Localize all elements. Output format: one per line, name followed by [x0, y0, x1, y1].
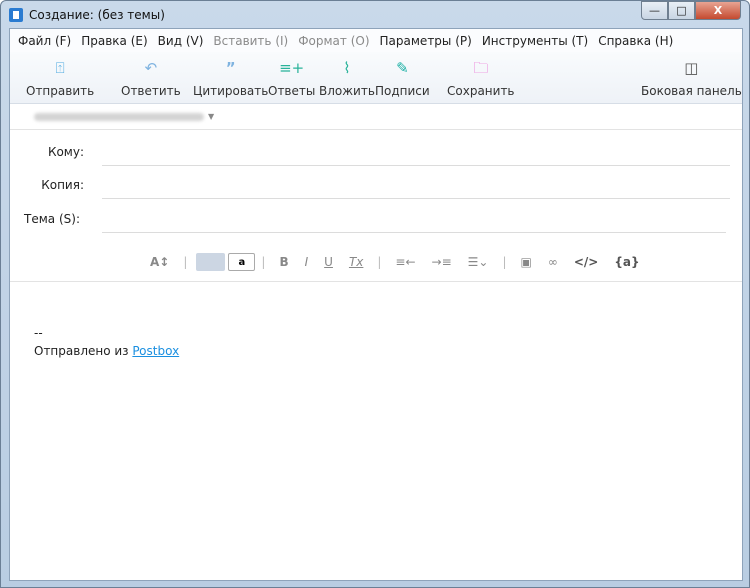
quote-button[interactable]: ” Цитировать: [193, 58, 268, 98]
title-bar: Создание: (без темы): [9, 5, 165, 25]
menu-view[interactable]: Вид (V): [154, 34, 210, 48]
attach-button[interactable]: ⌇ Вложить: [319, 58, 375, 98]
text-color-button[interactable]: a: [228, 253, 256, 271]
window-title: Создание: (без темы): [29, 8, 165, 22]
format-toolbar: A↕ | a | B I U Tx | ≡← →≡ ☰⌄ | ▣ ∞ </> {a}: [142, 251, 648, 273]
signature-icon: ✎: [396, 59, 409, 77]
sidebar-button[interactable]: ◫ Боковая панель: [641, 58, 742, 98]
list-button[interactable]: ☰⌄: [468, 255, 489, 269]
image-icon[interactable]: ▣: [521, 255, 532, 269]
menu-format[interactable]: Формат (O): [294, 34, 375, 48]
subject-label: Тема (S):: [24, 212, 80, 226]
menu-bar: Файл (F) Правка (E) Вид (V) Вставить (I)…: [10, 29, 742, 52]
background-color-button[interactable]: [196, 253, 226, 271]
folder-icon: 🗀: [473, 59, 489, 77]
clear-format-button[interactable]: Tx: [349, 255, 363, 269]
indent-button[interactable]: →≡: [432, 255, 452, 269]
app-icon: [9, 8, 23, 22]
chevron-down-icon: ▼: [208, 112, 215, 121]
signature-line: Отправлено из Postbox: [34, 342, 179, 360]
menu-tools[interactable]: Инструменты (T): [478, 34, 594, 48]
send-icon: ⍐: [55, 59, 65, 77]
toolbar-separator: |: [183, 255, 188, 269]
menu-file[interactable]: Файл (F): [14, 34, 77, 48]
to-label: Кому:: [47, 145, 84, 159]
toolbar: ⍐ Отправить ↶ Ответить ” Цитировать ≡+ Ответ…: [10, 52, 742, 104]
cc-row: Копия:: [10, 172, 730, 202]
menu-edit[interactable]: Правка (E): [77, 34, 153, 48]
signatures-button[interactable]: ✎ Подписи: [375, 58, 430, 98]
reply-icon: ↶: [144, 59, 158, 77]
menu-insert[interactable]: Вставить (I): [209, 34, 294, 48]
menu-options[interactable]: Параметры (P): [376, 34, 478, 48]
sidebar-icon: ◫: [684, 59, 699, 77]
responses-button[interactable]: ≡+ Ответы: [268, 58, 315, 98]
to-input[interactable]: [102, 139, 730, 166]
responses-icon: ≡+: [279, 59, 305, 77]
subject-input[interactable]: [102, 206, 726, 233]
compose-window: Создание: (без темы) — □ X Файл (F) Прав…: [0, 0, 750, 588]
bold-button[interactable]: B: [279, 255, 288, 269]
to-row: Кому:: [10, 139, 730, 169]
toolbar-separator: |: [377, 255, 382, 269]
from-address-redacted: [34, 112, 204, 121]
paperclip-icon: ⌇: [343, 59, 351, 77]
from-selector[interactable]: ▼: [10, 104, 742, 130]
minimize-button[interactable]: —: [641, 1, 668, 20]
toolbar-separator: |: [502, 255, 507, 269]
toolbar-separator: |: [261, 255, 266, 269]
cc-label: Копия:: [41, 178, 84, 192]
menu-help[interactable]: Справка (H): [594, 34, 679, 48]
font-size-button[interactable]: A↕: [150, 255, 169, 269]
outdent-button[interactable]: ≡←: [395, 255, 415, 269]
message-body[interactable]: -- Отправлено из Postbox: [34, 324, 179, 360]
variable-button[interactable]: {a}: [614, 255, 639, 269]
code-button[interactable]: </>: [574, 255, 599, 269]
save-button[interactable]: 🗀 Сохранить: [447, 58, 515, 98]
divider: [10, 281, 742, 282]
postbox-link[interactable]: Postbox: [132, 344, 179, 358]
quote-icon: ”: [225, 59, 236, 77]
cc-input[interactable]: [102, 172, 730, 199]
link-icon[interactable]: ∞: [548, 255, 558, 269]
send-button[interactable]: ⍐ Отправить: [26, 58, 94, 98]
italic-button[interactable]: I: [305, 255, 309, 269]
subject-row: Тема (S):: [10, 206, 726, 236]
maximize-button[interactable]: □: [668, 1, 695, 20]
signature-text: Отправлено из: [34, 344, 133, 358]
signature-separator: --: [34, 326, 43, 340]
reply-button[interactable]: ↶ Ответить: [121, 58, 181, 98]
underline-button[interactable]: U: [324, 255, 333, 269]
close-button[interactable]: X: [695, 1, 741, 20]
